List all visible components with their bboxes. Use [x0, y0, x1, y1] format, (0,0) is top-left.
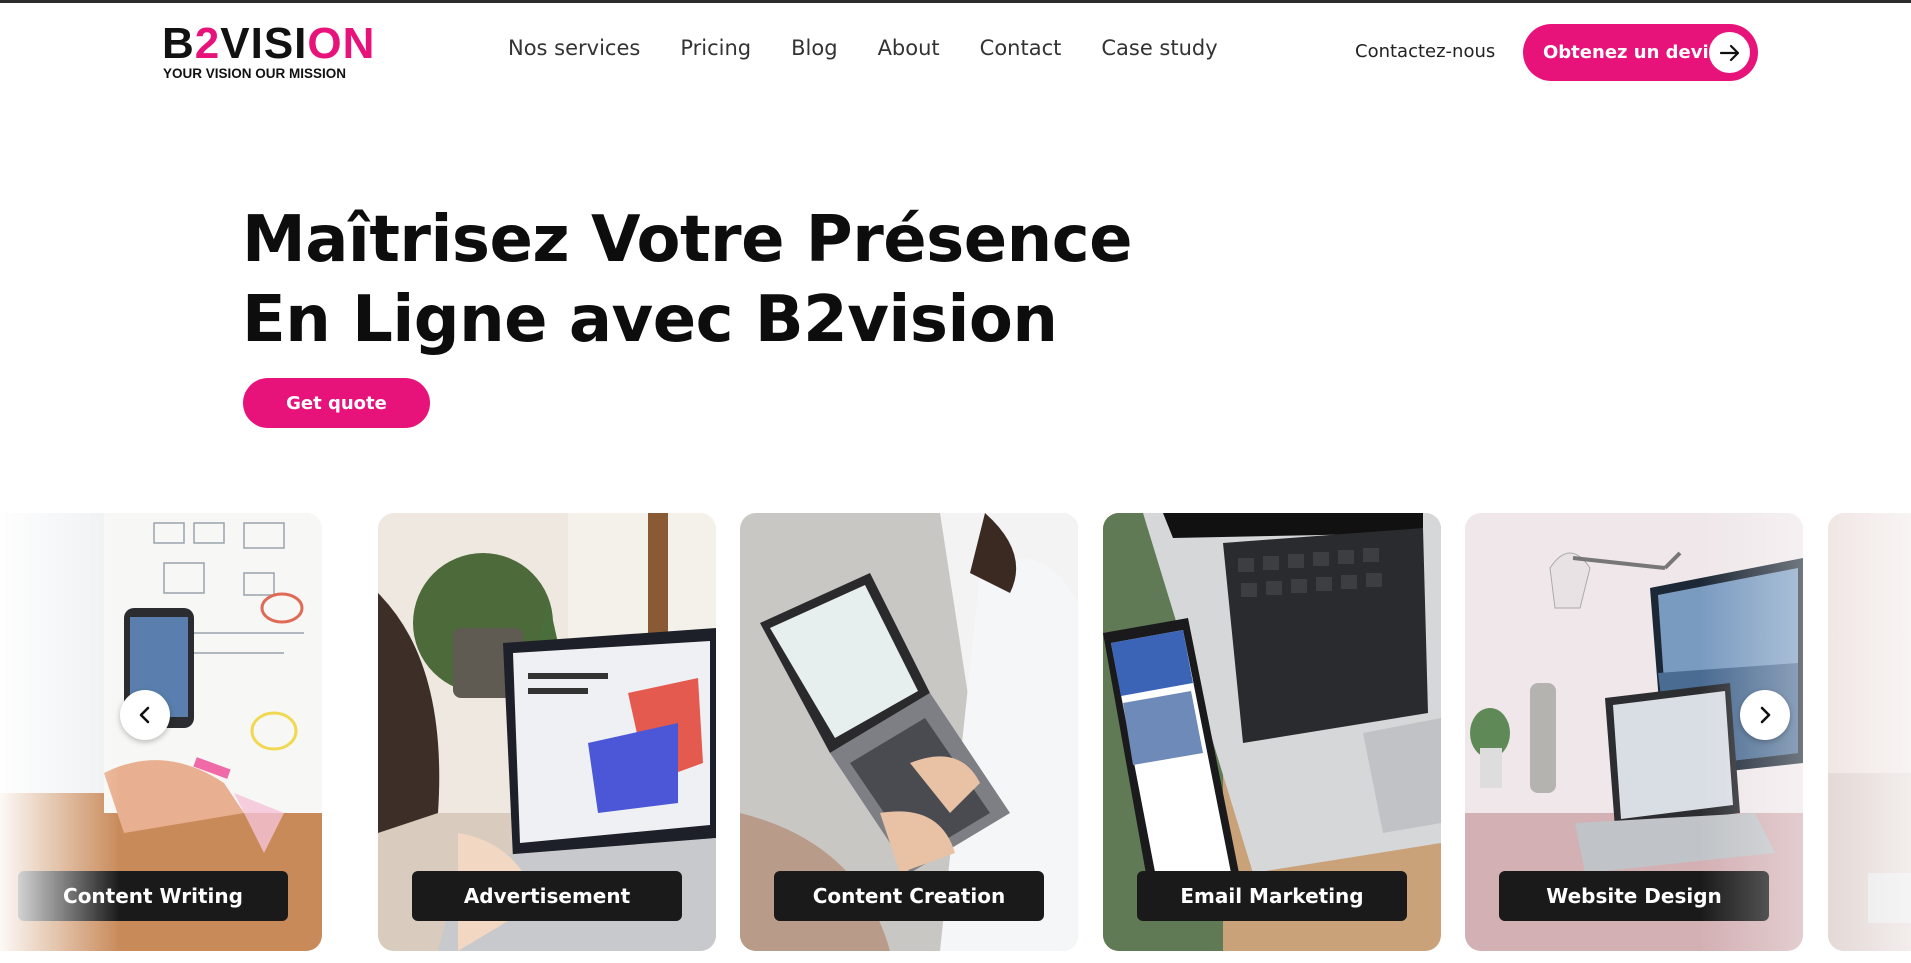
carousel-next-button[interactable]: [1740, 690, 1790, 740]
get-quote-header-button[interactable]: Obtenez un devis: [1523, 24, 1758, 81]
nav-item-pricing[interactable]: Pricing: [680, 36, 751, 60]
contact-us-link[interactable]: Contactez-nous: [1355, 41, 1495, 62]
service-card-label: Email Marketing: [1137, 871, 1407, 921]
chevron-left-icon: [139, 706, 150, 724]
service-card-advertisement[interactable]: Advertisement: [378, 513, 716, 951]
get-quote-header-label: Obtenez un devis: [1543, 42, 1720, 63]
brand-logo[interactable]: B2VISION YOUR VISION OUR MISSION: [162, 22, 374, 84]
nav-item-case-study[interactable]: Case study: [1101, 36, 1217, 60]
top-border: [0, 0, 1911, 3]
get-quote-button[interactable]: Get quote: [243, 378, 430, 428]
service-card-label: Content Creation: [774, 871, 1044, 921]
carousel-prev-button[interactable]: [120, 690, 170, 740]
hero-title: Maîtrisez Votre Présence En Ligne avec B…: [242, 203, 1133, 357]
nav-item-services[interactable]: Nos services: [508, 36, 640, 60]
nav-item-blog[interactable]: Blog: [791, 36, 837, 60]
logo-wordmark: B2VISION: [162, 19, 376, 68]
carousel-fade-right: [1700, 513, 1911, 951]
service-card-email-marketing[interactable]: Email Marketing: [1103, 513, 1441, 951]
service-card-label: Advertisement: [412, 871, 682, 921]
chevron-right-icon: [1760, 706, 1771, 724]
nav-item-about[interactable]: About: [878, 36, 940, 60]
logo-tagline: YOUR VISION OUR MISSION: [163, 66, 347, 81]
services-carousel: Content Writing Advertisement Content Cr…: [0, 513, 1911, 951]
service-card-content-creation[interactable]: Content Creation: [740, 513, 1078, 951]
carousel-fade-left: [0, 513, 120, 951]
nav-item-contact[interactable]: Contact: [980, 36, 1062, 60]
main-nav: Nos services Pricing Blog About Contact …: [508, 36, 1218, 60]
arrow-right-icon: [1709, 32, 1750, 73]
